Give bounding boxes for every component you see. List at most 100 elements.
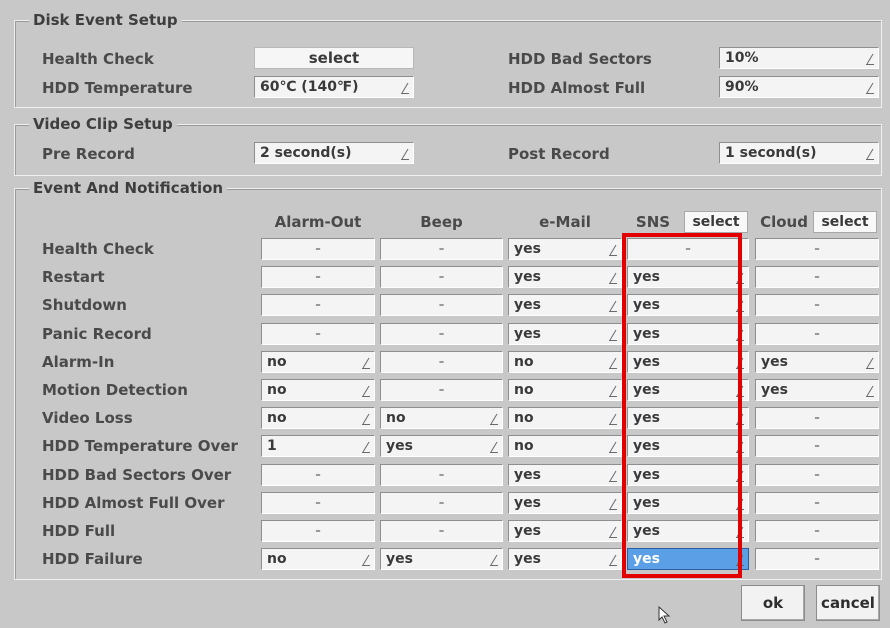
alarm-out-field[interactable]: -	[261, 266, 375, 289]
cloud-field[interactable]: -	[755, 407, 879, 430]
beep-field[interactable]: yes	[380, 435, 503, 458]
health-check-select-button[interactable]: select	[254, 47, 414, 69]
edit-icon	[609, 498, 617, 510]
hdd-bad-sectors-field[interactable]: 10%	[719, 47, 879, 69]
edit-icon	[609, 413, 617, 426]
pre-record-field[interactable]: 2 second(s)	[254, 142, 414, 164]
edit-icon	[490, 441, 498, 454]
email-field[interactable]: no	[508, 350, 622, 373]
edit-icon	[490, 554, 498, 567]
beep-field[interactable]: -	[380, 520, 503, 542]
beep-field[interactable]: -	[380, 379, 503, 401]
beep-field[interactable]: -	[380, 266, 503, 289]
email-field[interactable]: no	[508, 379, 622, 401]
edit-icon	[490, 413, 498, 426]
alarm-out-field[interactable]: no	[261, 407, 375, 430]
cloud-field[interactable]: -	[755, 435, 879, 458]
cloud-field[interactable]: -	[755, 548, 879, 571]
cloud-field[interactable]: -	[755, 520, 879, 542]
cloud-field[interactable]: -	[755, 491, 879, 514]
email-field[interactable]: yes	[508, 491, 622, 514]
alarm-out-field[interactable]: no	[261, 350, 375, 373]
sns-field[interactable]: yes	[627, 463, 749, 486]
email-value: yes	[514, 297, 541, 314]
sns-field[interactable]: yes	[627, 379, 749, 401]
sns-field[interactable]: yes	[627, 266, 749, 289]
cloud-field[interactable]: -	[755, 294, 879, 317]
sns-field[interactable]: yes	[627, 322, 749, 345]
cloud-field[interactable]: yes	[755, 379, 879, 401]
email-field[interactable]: yes	[508, 463, 622, 486]
cloud-value: -	[814, 241, 820, 257]
edit-icon	[362, 413, 370, 426]
hdd-temperature-value: 60℃ (140℉)	[260, 79, 359, 95]
disk-event-setup-title: Disk Event Setup	[29, 11, 182, 29]
alarm-out-field[interactable]: -	[261, 463, 375, 486]
beep-field[interactable]: -	[380, 491, 503, 514]
alarm-out-field[interactable]: -	[261, 322, 375, 345]
edit-icon	[609, 385, 617, 397]
email-field[interactable]: yes	[508, 548, 622, 571]
alarm-out-field[interactable]: -	[261, 491, 375, 514]
email-field[interactable]: yes	[508, 322, 622, 345]
sns-field[interactable]: yes	[627, 435, 749, 458]
sns-field[interactable]: yes	[627, 491, 749, 514]
beep-value: no	[386, 410, 406, 427]
hdd-bad-sectors-label: HDD Bad Sectors	[508, 50, 652, 68]
beep-field[interactable]: -	[380, 350, 503, 373]
cloud-field[interactable]: -	[755, 463, 879, 486]
edit-icon	[736, 357, 744, 369]
beep-field[interactable]: no	[380, 407, 503, 430]
email-field[interactable]: no	[508, 407, 622, 430]
edit-icon	[866, 53, 874, 65]
alarm-out-field[interactable]: no	[261, 379, 375, 401]
beep-field[interactable]: yes	[380, 548, 503, 571]
sns-field[interactable]: yes	[627, 350, 749, 373]
email-value: no	[514, 438, 534, 455]
email-field[interactable]: no	[508, 435, 622, 458]
sns-value: yes	[633, 494, 660, 511]
edit-icon	[362, 441, 370, 454]
email-value: yes	[514, 551, 541, 568]
alarm-out-field[interactable]: -	[261, 294, 375, 317]
hdd-temperature-field[interactable]: 60℃ (140℉)	[254, 76, 414, 98]
event-row-label: Restart	[42, 268, 105, 287]
beep-value: yes	[386, 551, 413, 568]
cloud-field[interactable]: -	[755, 322, 879, 345]
cloud-field[interactable]: yes	[755, 350, 879, 373]
health-check-label: Health Check	[42, 50, 154, 68]
cloud-field[interactable]: -	[755, 238, 879, 260]
alarm-out-field[interactable]: -	[261, 238, 375, 260]
alarm-out-field[interactable]: 1	[261, 435, 375, 458]
sns-field[interactable]: -	[627, 238, 749, 260]
sns-field[interactable]: yes	[627, 548, 749, 571]
alarm-out-field[interactable]: no	[261, 548, 375, 571]
cloud-field[interactable]: -	[755, 266, 879, 289]
email-field[interactable]: yes	[508, 294, 622, 317]
alarm-out-field[interactable]: -	[261, 520, 375, 542]
email-field[interactable]: yes	[508, 266, 622, 289]
alarm-out-value: -	[315, 269, 321, 286]
email-field[interactable]: yes	[508, 238, 622, 260]
event-row-label: HDD Bad Sectors Over	[42, 465, 232, 484]
ok-button[interactable]: ok	[741, 585, 805, 621]
beep-field[interactable]: -	[380, 322, 503, 345]
sns-field[interactable]: yes	[627, 407, 749, 430]
alarm-out-value: -	[315, 297, 321, 314]
hdd-almost-full-label: HDD Almost Full	[508, 79, 646, 97]
beep-field[interactable]: -	[380, 463, 503, 486]
hdd-almost-full-field[interactable]: 90%	[719, 76, 879, 98]
cancel-button[interactable]: cancel	[816, 585, 880, 621]
sns-field[interactable]: yes	[627, 520, 749, 542]
event-row-label: HDD Temperature Over	[42, 437, 238, 456]
post-record-field[interactable]: 1 second(s)	[719, 142, 879, 164]
edit-icon	[609, 441, 617, 454]
sns-value: yes	[633, 325, 660, 342]
edit-icon	[736, 441, 744, 454]
sns-field[interactable]: yes	[627, 294, 749, 317]
sns-select-button[interactable]: select	[684, 211, 748, 233]
cloud-select-button[interactable]: select	[813, 211, 877, 233]
beep-field[interactable]: -	[380, 238, 503, 260]
beep-field[interactable]: -	[380, 294, 503, 317]
email-field[interactable]: yes	[508, 520, 622, 542]
